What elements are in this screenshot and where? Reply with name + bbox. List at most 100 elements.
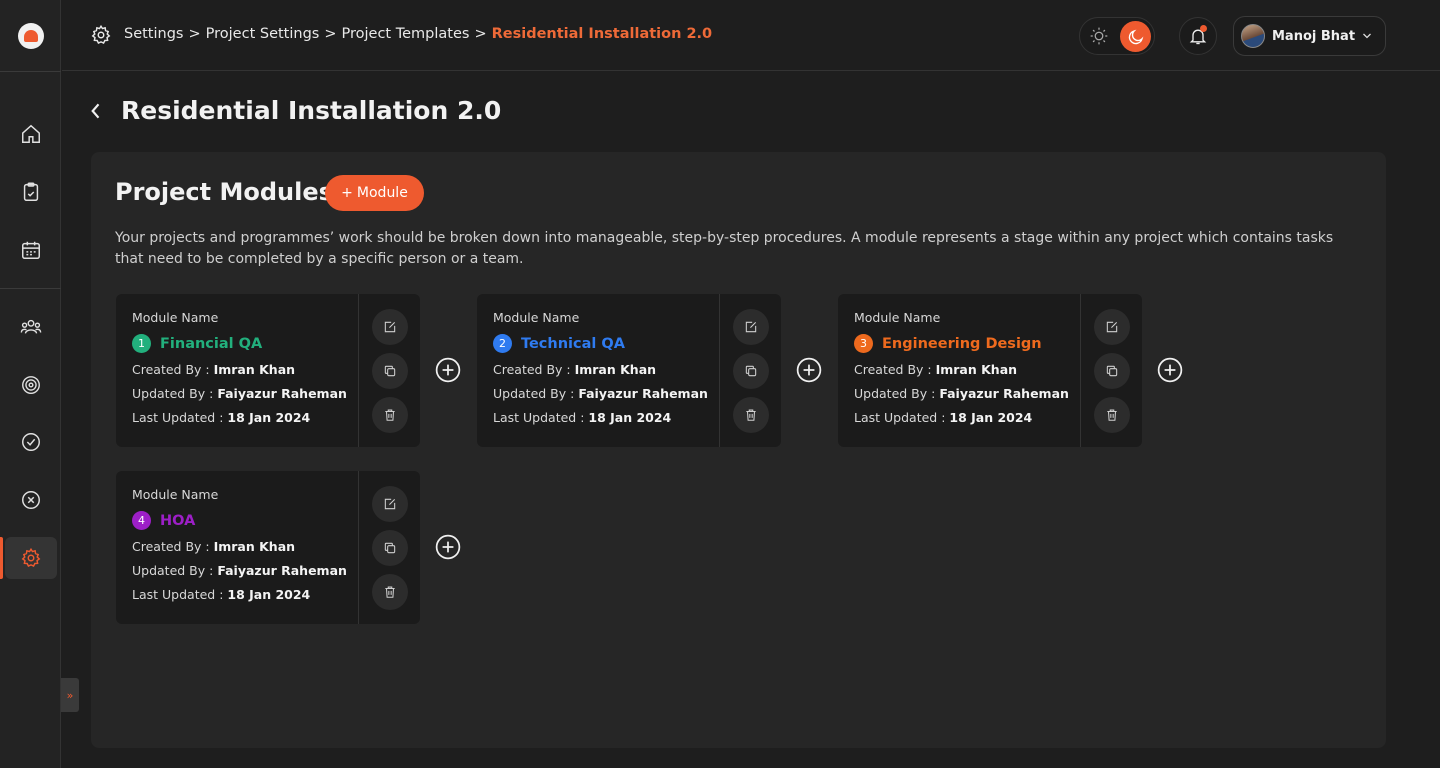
updated-by-value: Faiyazur Raheman [217, 563, 347, 578]
user-menu[interactable]: Manoj Bhat [1233, 16, 1386, 56]
insert-module-button[interactable] [435, 357, 461, 383]
module-card-actions [359, 294, 420, 447]
module-card[interactable]: Module Name 1 Financial QA Created By : … [116, 294, 420, 447]
created-by-label: Created By : [493, 362, 575, 377]
module-card-actions [1081, 294, 1142, 447]
module-card-actions [720, 294, 781, 447]
created-by-value: Imran Khan [213, 362, 296, 377]
module-name-label: Module Name [132, 310, 219, 325]
module-name-label: Module Name [493, 310, 580, 325]
sidebar-item-calendar[interactable] [5, 229, 57, 271]
sidebar-item-completed[interactable] [5, 421, 57, 463]
sidebar-item-settings[interactable] [0, 537, 57, 579]
theme-toggle[interactable] [1079, 17, 1155, 55]
edit-module-button[interactable] [371, 486, 408, 522]
module-name[interactable]: Technical QA [521, 336, 625, 352]
delete-module-button[interactable] [371, 397, 408, 433]
updated-by-value: Faiyazur Raheman [578, 386, 708, 401]
module-number-badge: 1 [132, 334, 151, 353]
sidebar-item-goals[interactable] [5, 364, 57, 406]
breadcrumb-item[interactable]: Project Settings [206, 26, 320, 42]
sun-icon[interactable] [1089, 26, 1109, 46]
breadcrumb-item[interactable]: Project Templates [342, 26, 470, 42]
last-updated: Last Updated : 18 Jan 2024 [854, 410, 1080, 425]
copy-icon [384, 365, 395, 377]
breadcrumb-current: Residential Installation 2.0 [491, 26, 713, 42]
module-name-row: 3 Engineering Design [854, 334, 1080, 353]
updated-by-label: Updated By : [132, 563, 218, 578]
sidebar-expand-button[interactable]: » [61, 678, 79, 712]
duplicate-module-button[interactable] [371, 530, 408, 566]
trash-icon [384, 409, 395, 421]
updated-by: Updated By : Faiyazur Raheman [493, 386, 719, 401]
edit-module-button[interactable] [1093, 309, 1130, 345]
breadcrumb-item[interactable]: Settings [124, 26, 183, 42]
copy-icon [384, 542, 395, 554]
last-updated-value: 18 Jan 2024 [949, 410, 1033, 425]
last-updated: Last Updated : 18 Jan 2024 [493, 410, 719, 425]
edit-icon [384, 498, 395, 510]
delete-module-button[interactable] [1093, 397, 1130, 433]
sidebar-item-home[interactable] [5, 113, 57, 155]
created-by-value: Imran Khan [574, 362, 657, 377]
sidebar-item-team[interactable] [5, 306, 57, 348]
plus-icon: + [341, 185, 353, 201]
duplicate-module-button[interactable] [1093, 353, 1130, 389]
page-title: Residential Installation 2.0 [121, 96, 502, 125]
notifications-button[interactable] [1179, 17, 1217, 55]
plus-circle-icon [435, 357, 461, 383]
created-by-label: Created By : [854, 362, 936, 377]
plus-circle-icon [435, 534, 461, 560]
module-card[interactable]: Module Name 3 Engineering Design Created… [838, 294, 1142, 447]
insert-module-button[interactable] [435, 534, 461, 560]
home-icon [22, 124, 40, 143]
module-card[interactable]: Module Name 4 HOA Created By : Imran Kha… [116, 471, 420, 624]
created-by: Created By : Imran Khan [854, 362, 1080, 377]
insert-module-button[interactable] [796, 357, 822, 383]
sidebar-divider [0, 71, 61, 72]
created-by-value: Imran Khan [935, 362, 1018, 377]
edit-module-button[interactable] [371, 309, 408, 345]
module-name-row: 1 Financial QA [132, 334, 358, 353]
gear-icon [21, 547, 41, 568]
edit-module-button[interactable] [732, 309, 769, 345]
module-name[interactable]: Engineering Design [882, 336, 1042, 352]
notification-dot [1200, 25, 1207, 32]
module-card-info: Module Name 1 Financial QA Created By : … [116, 294, 359, 447]
sidebar-divider [0, 288, 61, 289]
team-icon [20, 319, 42, 334]
last-updated-value: 18 Jan 2024 [227, 587, 311, 602]
project-modules-panel: Project Modules + Module Your projects a… [91, 152, 1386, 748]
last-updated-label: Last Updated : [493, 410, 589, 425]
trash-icon [1106, 409, 1117, 421]
plus-circle-icon [1157, 357, 1183, 383]
module-number-badge: 4 [132, 511, 151, 530]
chevron-down-icon[interactable] [1361, 30, 1373, 42]
settings-gear-icon [91, 24, 111, 45]
delete-module-button[interactable] [371, 574, 408, 610]
module-name-row: 4 HOA [132, 511, 358, 530]
module-card-actions [359, 471, 420, 624]
top-header: Settings > Project Settings > Project Te… [62, 0, 1440, 71]
back-arrow-icon[interactable] [86, 100, 106, 122]
duplicate-module-button[interactable] [371, 353, 408, 389]
add-module-button[interactable]: + Module [325, 175, 424, 211]
app-logo[interactable] [18, 23, 44, 49]
module-name[interactable]: Financial QA [160, 336, 262, 352]
trash-icon [745, 409, 756, 421]
last-updated-label: Last Updated : [854, 410, 950, 425]
sidebar-item-cancelled[interactable] [5, 479, 57, 521]
edit-icon [1106, 321, 1117, 333]
insert-module-button[interactable] [1157, 357, 1183, 383]
delete-module-button[interactable] [732, 397, 769, 433]
updated-by-label: Updated By : [132, 386, 218, 401]
updated-by: Updated By : Faiyazur Raheman [132, 386, 358, 401]
module-card[interactable]: Module Name 2 Technical QA Created By : … [477, 294, 781, 447]
sidebar-item-projects[interactable] [5, 171, 57, 213]
module-name-label: Module Name [854, 310, 941, 325]
duplicate-module-button[interactable] [732, 353, 769, 389]
created-by-value: Imran Khan [213, 539, 296, 554]
dark-mode-button[interactable] [1120, 21, 1151, 52]
module-name[interactable]: HOA [160, 513, 195, 529]
trash-icon [384, 586, 395, 598]
